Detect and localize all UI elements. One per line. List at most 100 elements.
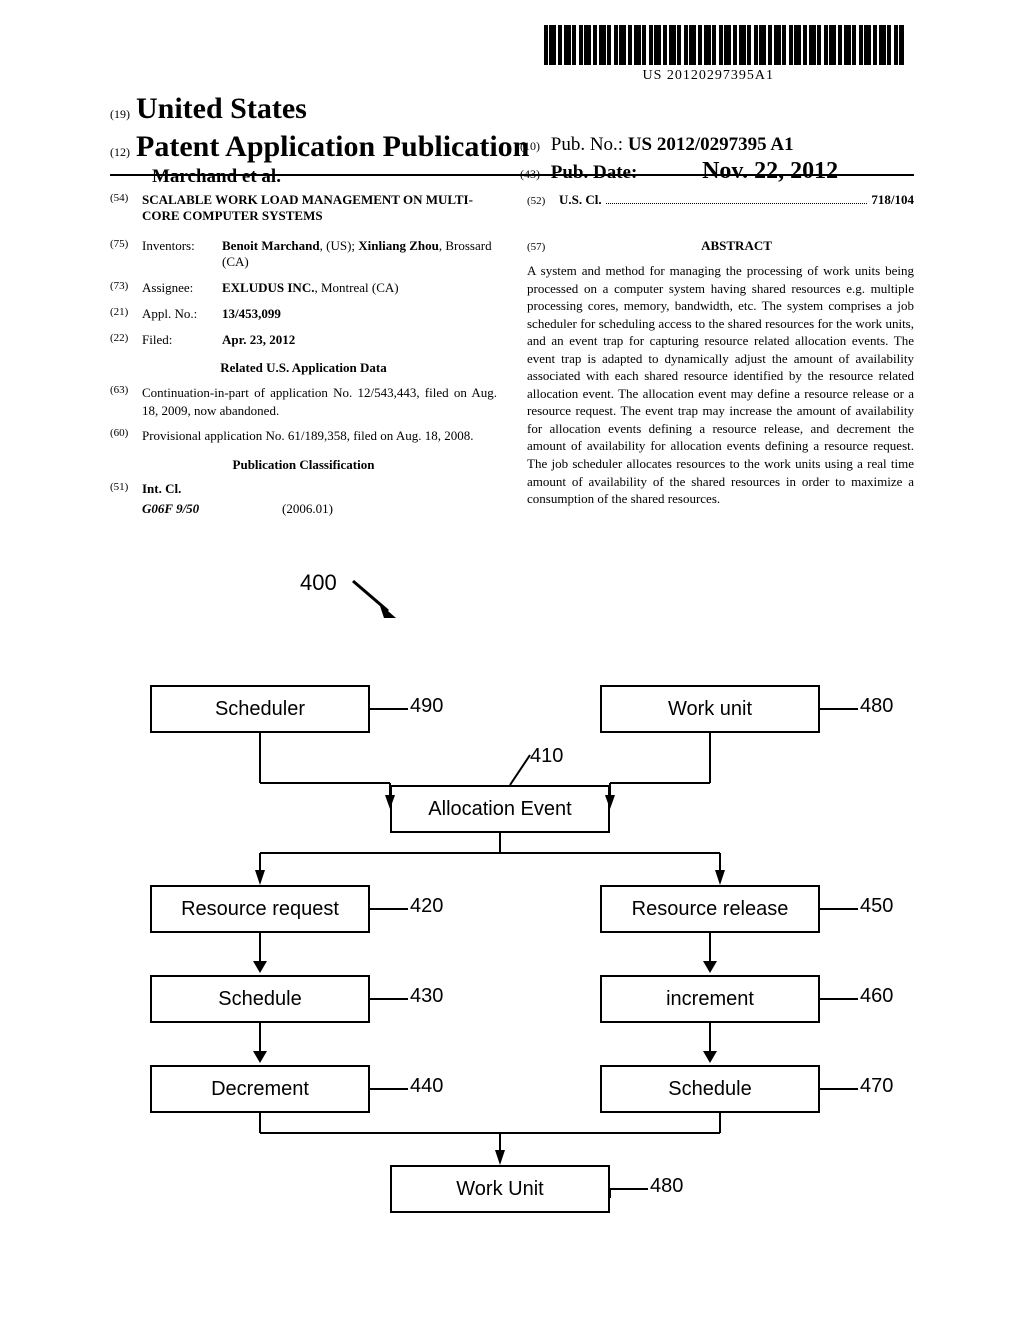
pub-no-value: US 2012/0297395 A1 (628, 134, 794, 155)
box-schedule-right: Schedule (600, 1065, 820, 1113)
appl-label: Appl. No.: (142, 306, 222, 322)
int-cl-code: G06F 9/50 (142, 501, 252, 517)
label-440: 440 (410, 1075, 443, 1098)
field-num-75: (75) (110, 238, 142, 270)
publication-type: Patent Application Publication (136, 130, 529, 164)
lead-450 (820, 908, 858, 910)
appl-row: (21) Appl. No.: 13/453,099 (110, 306, 497, 322)
label-410: 410 (530, 745, 563, 768)
pub-date-value: Nov. 22, 2012 (702, 158, 838, 184)
box-work-unit-top: Work unit (600, 685, 820, 733)
arrow-req-sched (250, 933, 270, 973)
box-increment: increment (600, 975, 820, 1023)
box-schedule-right-label: Schedule (668, 1078, 751, 1101)
lead-480-hook (607, 1178, 619, 1198)
invention-title: SCALABLE WORK LOAD MANAGEMENT ON MULTI-C… (142, 192, 497, 224)
assignee-loc: , Montreal (CA) (314, 280, 398, 295)
assignee-name: EXLUDUS INC. (222, 280, 314, 295)
arrow-inc-sched (700, 1023, 720, 1063)
us-cl-value: 718/104 (871, 192, 914, 208)
inventors-label: Inventors: (142, 238, 222, 270)
label-430: 430 (410, 985, 443, 1008)
label-480-top: 480 (860, 695, 893, 718)
us-cl-label: U.S. Cl. (559, 192, 602, 208)
header-rule (110, 174, 914, 176)
label-450: 450 (860, 895, 893, 918)
left-column: (54) SCALABLE WORK LOAD MANAGEMENT ON MU… (110, 192, 497, 525)
related-heading: Related U.S. Application Data (110, 360, 497, 376)
box-work-unit-bottom-label: Work Unit (456, 1178, 543, 1201)
header-country-line: (19) United States (110, 92, 914, 126)
appl-value: 13/453,099 (222, 306, 497, 322)
continuation-row: (63) Continuation-in-part of application… (110, 384, 497, 419)
assignee-value: EXLUDUS INC., Montreal (CA) (222, 280, 497, 296)
title-row: (54) SCALABLE WORK LOAD MANAGEMENT ON MU… (110, 192, 497, 224)
box-schedule-left-label: Schedule (218, 988, 301, 1011)
label-490: 490 (410, 695, 443, 718)
conn-workunit-alloc (600, 733, 800, 813)
int-cl-year: (2006.01) (282, 501, 333, 517)
box-resource-request: Resource request (150, 885, 370, 933)
int-cl-code-row: G06F 9/50 (2006.01) (142, 501, 497, 517)
pub-no-line: (10) Pub. No.: US 2012/0297395 A1 (520, 134, 794, 156)
figure-400: 400 Scheduler 490 Work unit 480 Allocati… (110, 570, 914, 1250)
lead-470 (820, 1088, 858, 1090)
box-decrement-label: Decrement (211, 1078, 309, 1101)
box-resource-request-label: Resource request (181, 898, 339, 921)
abstract-heading-row: (57) ABSTRACT (527, 238, 914, 254)
inventor-1: Benoit Marchand (222, 238, 320, 253)
lead-480-top (820, 708, 858, 710)
prefix-10: (10) (520, 139, 540, 153)
arrow-rel-inc (700, 933, 720, 973)
lead-420 (370, 908, 408, 910)
field-num-51: (51) (110, 481, 142, 517)
box-increment-label: increment (666, 988, 754, 1011)
barcode-graphic (544, 25, 904, 65)
pub-date-line: (43) Pub. Date: Nov. 22, 2012 (520, 158, 838, 185)
right-column: (52) U.S. Cl. 718/104 (57) ABSTRACT A sy… (527, 192, 914, 525)
assignee-row: (73) Assignee: EXLUDUS INC., Montreal (C… (110, 280, 497, 296)
figure-arrow-icon (348, 576, 408, 631)
lead-490 (370, 708, 408, 710)
provisional-text: Provisional application No. 61/189,358, … (142, 427, 473, 445)
lead-410 (505, 750, 535, 790)
field-num-22: (22) (110, 332, 142, 348)
lead-440 (370, 1088, 408, 1090)
inventor-1-loc: , (US); (320, 238, 359, 253)
prefix-19: (19) (110, 107, 130, 122)
pub-date-label: Pub. Date: (551, 162, 638, 183)
field-num-73: (73) (110, 280, 142, 296)
box-allocation-event-label: Allocation Event (428, 798, 571, 821)
lead-460 (820, 998, 858, 1000)
box-work-unit-top-label: Work unit (668, 698, 752, 721)
filed-row: (22) Filed: Apr. 23, 2012 (110, 332, 497, 348)
conn-alloc-split (240, 833, 760, 888)
conn-merge-bottom (240, 1113, 760, 1168)
box-resource-release-label: Resource release (632, 898, 789, 921)
filed-label: Filed: (142, 332, 222, 348)
prefix-12: (12) (110, 145, 130, 160)
field-num-52: (52) (527, 195, 559, 207)
assignee-label: Assignee: (142, 280, 222, 296)
box-scheduler: Scheduler (150, 685, 370, 733)
barcode-number: US 20120297395A1 (642, 68, 774, 84)
inventors-row: (75) Inventors: Benoit Marchand, (US); X… (110, 238, 497, 270)
abstract-text: A system and method for managing the pro… (527, 262, 914, 508)
inventors-value: Benoit Marchand, (US); Xinliang Zhou, Br… (222, 238, 497, 270)
label-460: 460 (860, 985, 893, 1008)
box-resource-release: Resource release (600, 885, 820, 933)
arrow-sched-dec (250, 1023, 270, 1063)
int-cl-row: (51) Int. Cl. G06F 9/50 (2006.01) (110, 481, 497, 517)
box-work-unit-bottom: Work Unit (390, 1165, 610, 1213)
field-num-63: (63) (110, 384, 142, 419)
box-decrement: Decrement (150, 1065, 370, 1113)
box-schedule-left: Schedule (150, 975, 370, 1023)
field-num-60: (60) (110, 427, 142, 445)
filed-value: Apr. 23, 2012 (222, 332, 497, 348)
conn-scheduler-alloc (230, 733, 430, 813)
int-cl-label: Int. Cl. (142, 481, 497, 497)
int-cl-content: Int. Cl. G06F 9/50 (2006.01) (142, 481, 497, 517)
bibliographic-columns: (54) SCALABLE WORK LOAD MANAGEMENT ON MU… (110, 192, 914, 525)
label-420: 420 (410, 895, 443, 918)
inventor-2: Xinliang Zhou (358, 238, 439, 253)
